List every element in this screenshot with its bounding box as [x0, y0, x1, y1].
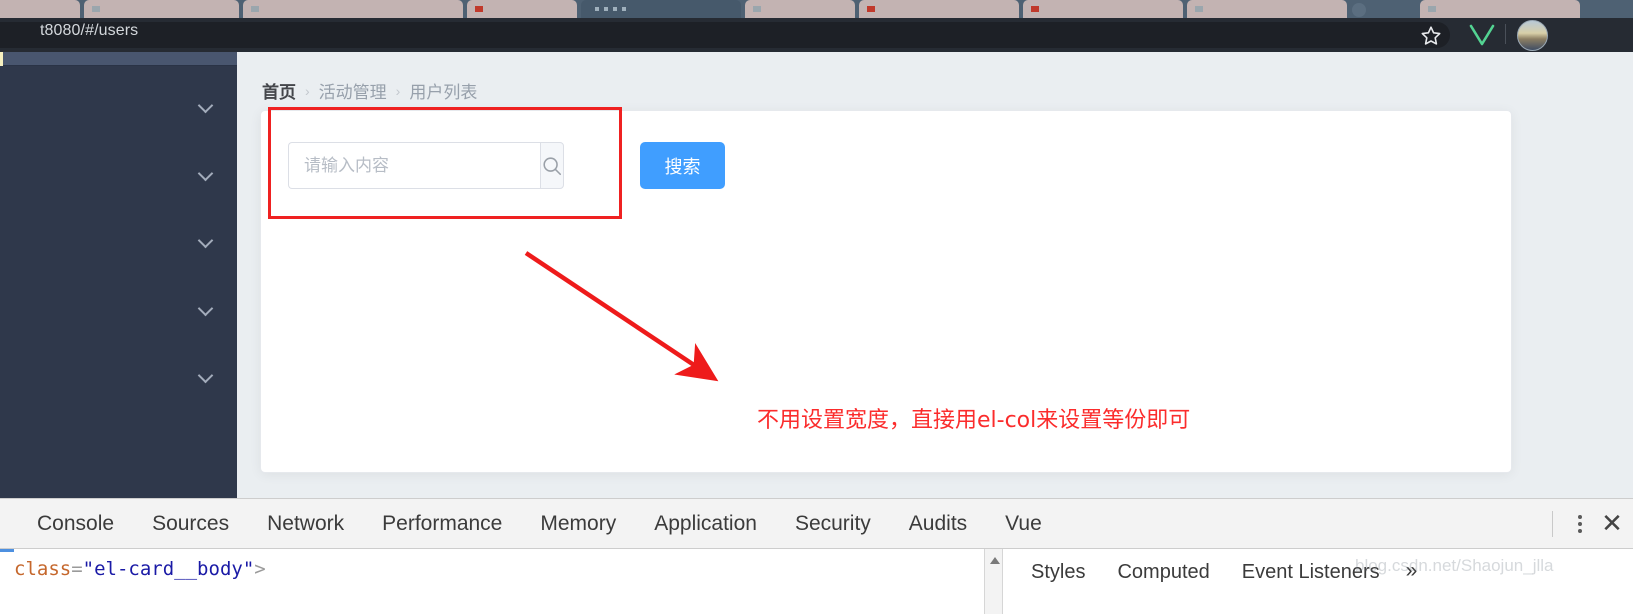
devtools-tabs: Console Sources Network Performance Memo…: [18, 499, 1061, 549]
tab-network[interactable]: Network: [248, 499, 363, 549]
chevron-down-icon: [197, 300, 214, 317]
browser-tab[interactable]: [1023, 0, 1183, 18]
code-attribute-name: class: [14, 558, 72, 580]
browser-tab-active[interactable]: [581, 0, 741, 18]
tab-title-placeholder: [595, 7, 629, 11]
tab-favicon-icon: [475, 6, 483, 12]
browser-tab[interactable]: [84, 0, 239, 18]
star-icon[interactable]: [1419, 24, 1443, 48]
code-line[interactable]: class="el-card__body">: [14, 558, 266, 580]
chevron-down-icon: [197, 367, 214, 384]
sidebar-accent-bar: [0, 52, 3, 66]
sidebar-item-4[interactable]: [0, 285, 237, 341]
tab-favicon-icon: [251, 6, 259, 12]
chevron-right-icon: ›: [305, 82, 310, 99]
close-icon[interactable]: ✕: [1599, 509, 1625, 539]
browser-tab[interactable]: [243, 0, 463, 18]
devtools-styles-panel: Styles Computed Event Listeners »: [1003, 549, 1633, 614]
search-icon: [543, 156, 562, 175]
tab-vue[interactable]: Vue: [986, 499, 1061, 549]
code-tag-close: >: [254, 558, 266, 580]
breadcrumb-item-activity[interactable]: 活动管理: [319, 78, 387, 103]
browser-tab-strip: [0, 0, 1633, 18]
more-tabs-icon[interactable]: »: [1396, 549, 1428, 595]
vue-devtools-icon[interactable]: [1468, 22, 1496, 48]
tab-favicon-icon: [92, 6, 100, 12]
app-sidebar: [0, 52, 237, 498]
search-input[interactable]: [288, 142, 540, 189]
tab-memory[interactable]: Memory: [521, 499, 635, 549]
search-button[interactable]: 搜索: [640, 142, 725, 189]
browser-tab[interactable]: [859, 0, 1019, 18]
screen-root: t8080/#/users 首页 › 活动管理 › 用户列表 请输入内容 搜索 …: [0, 0, 1633, 614]
tab-application[interactable]: Application: [635, 499, 776, 549]
address-bar-url: t8080/#/users: [40, 22, 139, 39]
chevron-down-icon: [197, 232, 214, 249]
breadcrumb-item-user-list: 用户列表: [409, 83, 478, 102]
tab-favicon-icon: [1195, 6, 1203, 12]
tab-favicon-icon: [753, 6, 761, 12]
tab-favicon-icon: [867, 6, 875, 12]
devtools-panel: Console Sources Network Performance Memo…: [0, 498, 1633, 614]
tab-sources[interactable]: Sources: [133, 499, 248, 549]
browser-tab[interactable]: [745, 0, 855, 18]
sidebar-item-5[interactable]: [0, 352, 237, 408]
code-attribute-value: el-card__body: [94, 558, 243, 580]
devtools-elements-panel: class="el-card__body">: [0, 549, 985, 614]
tab-audits[interactable]: Audits: [890, 499, 986, 549]
browser-omnibar: t8080/#/users: [0, 18, 1633, 52]
toolbar-divider: [1552, 511, 1553, 537]
devtools-toolbar-actions: ✕: [1552, 499, 1625, 549]
progress-indicator: [0, 549, 14, 552]
breadcrumb-item-home[interactable]: 首页: [262, 78, 296, 103]
search-icon-button[interactable]: [540, 142, 564, 189]
kebab-menu-icon[interactable]: [1567, 509, 1593, 539]
browser-tab[interactable]: [1420, 0, 1580, 18]
devtools-tab-bar: Console Sources Network Performance Memo…: [0, 499, 1633, 549]
chevron-down-icon: [197, 165, 214, 182]
sidebar-header: [0, 52, 237, 66]
tab-performance[interactable]: Performance: [363, 499, 521, 549]
code-equals: =: [71, 558, 83, 580]
tab-event-listeners[interactable]: Event Listeners: [1226, 549, 1396, 595]
tab-computed[interactable]: Computed: [1101, 549, 1225, 595]
sidebar-item-3[interactable]: [0, 217, 237, 273]
search-input-group: [288, 142, 564, 189]
tab-console[interactable]: Console: [18, 499, 133, 549]
breadcrumb: 首页 › 活动管理 › 用户列表: [262, 78, 477, 103]
browser-tab[interactable]: [0, 0, 80, 18]
elements-scrollbar[interactable]: [985, 549, 1003, 614]
address-bar[interactable]: [0, 22, 1450, 48]
tab-favicon-icon: [1031, 6, 1039, 12]
scroll-up-arrow-icon[interactable]: [990, 557, 1000, 564]
code-quote-open: ": [82, 558, 95, 580]
code-quote-close: ": [242, 558, 255, 580]
chevron-down-icon: [197, 97, 214, 114]
sidebar-item-1[interactable]: [0, 82, 237, 138]
annotation-note: 不用设置宽度，直接用el-col来设置等份即可: [757, 408, 1191, 433]
tab-security[interactable]: Security: [776, 499, 890, 549]
avatar[interactable]: [1517, 20, 1548, 51]
tab-styles[interactable]: Styles: [1015, 549, 1101, 595]
toolbar-divider: [1505, 24, 1506, 44]
styles-panel-tabs: Styles Computed Event Listeners »: [1015, 549, 1427, 595]
chevron-right-icon: ›: [395, 82, 401, 99]
tab-favicon-icon: [1428, 6, 1436, 12]
sidebar-item-2[interactable]: [0, 150, 237, 206]
browser-tab[interactable]: [467, 0, 577, 18]
browser-tab[interactable]: [1187, 0, 1347, 18]
new-tab-button[interactable]: [1352, 3, 1366, 17]
